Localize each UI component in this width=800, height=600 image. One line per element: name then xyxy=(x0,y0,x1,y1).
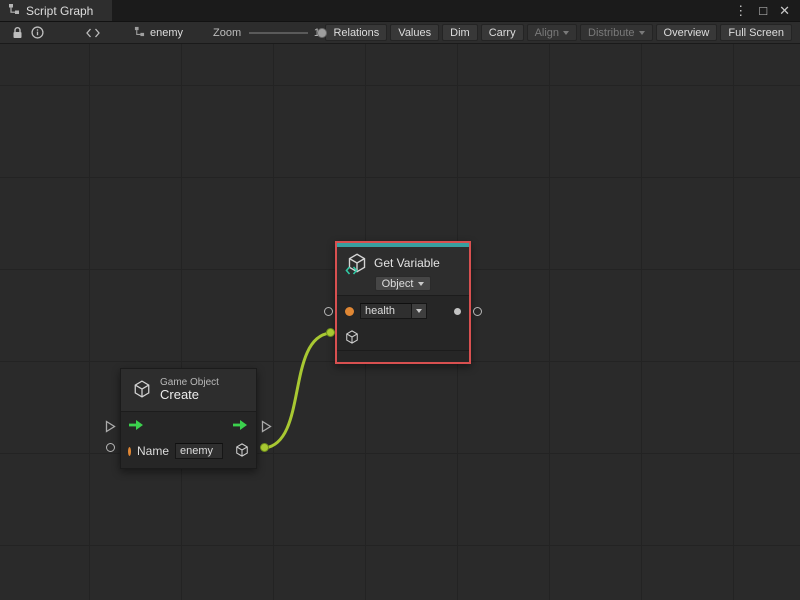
info-icon[interactable] xyxy=(27,26,48,39)
gameobject-cube-icon xyxy=(133,380,151,401)
current-graph-name: enemy xyxy=(134,26,183,40)
graph-asset-icon xyxy=(134,26,145,40)
variable-scope-dropdown[interactable]: Object xyxy=(375,276,432,291)
object-input-row xyxy=(337,326,469,350)
maximize-icon[interactable]: □ xyxy=(759,4,767,17)
variable-cube-icon xyxy=(347,253,367,273)
carry-button[interactable]: Carry xyxy=(481,24,524,41)
object-cube-icon xyxy=(345,330,359,347)
node-title: Get Variable xyxy=(374,256,440,270)
control-flow-row xyxy=(121,412,256,438)
get-variable-header: Get Variable Object xyxy=(337,247,469,295)
create-header: Game Object Create xyxy=(121,369,256,411)
graph-canvas[interactable]: Get Variable Object xyxy=(0,44,800,600)
variable-name-input[interactable] xyxy=(360,303,412,319)
node-get-variable[interactable]: Get Variable Object xyxy=(335,241,471,364)
zoom-slider-handle[interactable] xyxy=(317,28,327,38)
create-left-port[interactable] xyxy=(106,443,115,452)
name-value-port-dot[interactable] xyxy=(345,307,354,316)
control-input-arrow-icon[interactable] xyxy=(128,419,145,431)
wire-end-port[interactable] xyxy=(326,328,335,337)
title-bar: Script Graph ⋮ □ ✕ xyxy=(0,0,800,22)
fullscreen-label: Full Screen xyxy=(728,27,784,39)
distribute-label: Distribute xyxy=(588,27,634,39)
tab-script-graph[interactable]: Script Graph xyxy=(0,0,112,21)
chevron-down-icon xyxy=(418,282,424,286)
name-param-row: Name xyxy=(121,438,256,464)
node-title: Create xyxy=(160,388,219,403)
name-input-port-dot[interactable] xyxy=(128,447,131,456)
dim-label: Dim xyxy=(450,27,470,39)
lock-icon[interactable] xyxy=(8,27,27,39)
create-control-out-port[interactable] xyxy=(261,420,272,433)
graph-name-label: enemy xyxy=(150,27,183,39)
values-label: Values xyxy=(398,27,431,39)
tab-title: Script Graph xyxy=(26,4,93,18)
output-cube-icon xyxy=(235,443,249,460)
name-label: Name xyxy=(137,444,169,458)
overview-button[interactable]: Overview xyxy=(656,24,718,41)
getvariable-right-port[interactable] xyxy=(473,307,482,316)
node-create-gameobject[interactable]: Game Object Create Name xyxy=(120,368,257,469)
overview-label: Overview xyxy=(664,27,710,39)
script-graph-icon xyxy=(8,3,20,18)
variable-chevrons-icon xyxy=(345,266,358,275)
code-brackets-icon[interactable] xyxy=(82,28,104,38)
getvariable-left-port[interactable] xyxy=(324,307,333,316)
chevron-down-icon xyxy=(416,309,422,313)
distribute-button[interactable]: Distribute xyxy=(580,24,652,41)
zoom-slider-track xyxy=(249,32,308,34)
toolbar-buttons: Relations Values Dim Carry Align Distrib… xyxy=(325,24,794,41)
window-controls: ⋮ □ ✕ xyxy=(734,0,800,21)
node-footer xyxy=(337,351,469,362)
zoom-label: Zoom xyxy=(213,27,241,39)
zoom-slider[interactable] xyxy=(249,27,308,39)
close-icon[interactable]: ✕ xyxy=(779,4,790,17)
chevron-down-icon xyxy=(639,31,645,35)
toolbar: enemy Zoom 1x Relations Values Dim Carry… xyxy=(0,22,800,44)
values-button[interactable]: Values xyxy=(390,24,439,41)
fullscreen-button[interactable]: Full Screen xyxy=(720,24,792,41)
relations-label: Relations xyxy=(333,27,379,39)
variable-name-row xyxy=(337,296,469,326)
chevron-down-icon xyxy=(563,31,569,35)
variable-scope-label: Object xyxy=(382,278,414,290)
name-input[interactable] xyxy=(175,443,223,459)
variable-name-dropdown[interactable] xyxy=(412,303,427,319)
window-menu-icon[interactable]: ⋮ xyxy=(734,4,747,17)
align-label: Align xyxy=(535,27,559,39)
relations-button[interactable]: Relations xyxy=(325,24,387,41)
control-output-arrow-icon[interactable] xyxy=(232,419,249,431)
align-button[interactable]: Align xyxy=(527,24,577,41)
carry-label: Carry xyxy=(489,27,516,39)
create-control-in-port[interactable] xyxy=(105,420,116,433)
value-output-dot[interactable] xyxy=(454,308,461,315)
wire-start-port[interactable] xyxy=(260,443,269,452)
dim-button[interactable]: Dim xyxy=(442,24,478,41)
